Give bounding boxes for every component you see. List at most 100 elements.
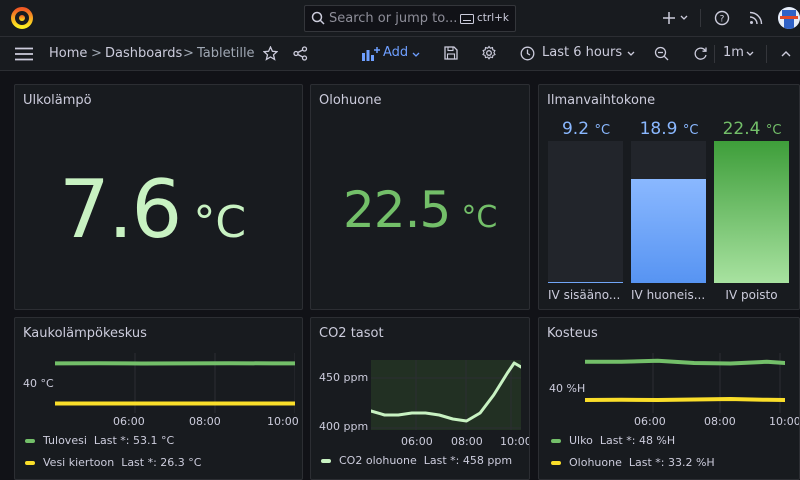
avatar-image-icon — [778, 7, 800, 29]
x-tick-label: 10:00 — [769, 415, 800, 428]
x-tick-label: 08:00 — [189, 415, 221, 428]
gauge-fill — [631, 179, 706, 283]
gauge-value: 18.9 °C — [631, 119, 707, 139]
panel-kosteus[interactable]: Kosteus 40 %H 06:00 08:00 10:00 Ulko Las… — [538, 317, 800, 480]
refresh-interval-picker[interactable]: 1m — [723, 45, 744, 60]
x-tick-label: 10:00 — [500, 435, 530, 448]
legend-item[interactable]: Ulko Last *: 48 %H — [551, 434, 675, 447]
gauge-fill — [548, 281, 623, 283]
y-tick-label: 40 %H — [549, 382, 586, 395]
panel-title: Ulkolämpö — [23, 93, 92, 108]
search-icon — [311, 11, 325, 25]
panel-title: Kaukolämpökeskus — [23, 326, 147, 341]
plot-area — [371, 360, 521, 430]
legend-item[interactable]: Vesi kiertoon Last *: 26.3 °C — [25, 456, 201, 469]
breadcrumb-separator: > — [183, 46, 194, 61]
gauge-track — [631, 141, 706, 283]
divider — [700, 9, 701, 27]
chevron-down-icon[interactable] — [627, 51, 635, 57]
series-line-ulko — [585, 358, 785, 366]
menu-icon[interactable] — [15, 47, 33, 61]
grafana-logo-icon[interactable] — [10, 6, 34, 30]
chevron-down-icon[interactable] — [680, 15, 688, 21]
search-shortcut: ctrl+k — [477, 12, 510, 24]
help-icon[interactable]: ? — [714, 10, 730, 26]
panel-title: CO2 tasot — [319, 326, 384, 341]
y-tick-label: 400 ppm — [319, 420, 369, 433]
chevron-up-icon[interactable] — [781, 50, 791, 57]
series-line-olohuone — [585, 397, 785, 402]
gauge-label: IV huoneis... — [631, 288, 706, 302]
gauge-unit: °C — [594, 123, 611, 138]
legend-name: Ulko — [569, 434, 593, 447]
legend-name: Tulovesi — [43, 434, 87, 447]
stat-unit: °C — [193, 197, 247, 248]
gauge-track — [714, 141, 789, 283]
stat-value: 22.5 °C — [343, 181, 497, 239]
svg-text:?: ? — [720, 15, 725, 25]
gauge-number: 18.9 — [639, 119, 678, 139]
gauge-fill — [714, 141, 789, 283]
panel-ulkolampo[interactable]: Ulkolämpö 7.6 °C — [14, 84, 303, 310]
gauge-number: 22.4 — [722, 119, 761, 139]
y-tick-label: 450 ppm — [319, 371, 369, 384]
panel-co2-tasot[interactable]: CO2 tasot 450 ppm 400 ppm 06:00 08:00 10… — [310, 317, 530, 480]
gauge-value: 22.4 °C — [714, 119, 790, 139]
zoom-out-icon[interactable] — [654, 46, 669, 61]
gauge-track — [548, 141, 623, 283]
gauge-unit: °C — [682, 123, 699, 138]
panel-olohuone[interactable]: Olohuone 22.5 °C — [310, 84, 530, 310]
settings-gear-icon[interactable] — [481, 45, 497, 61]
y-tick-label: 40 °C — [23, 377, 54, 390]
keyboard-icon — [460, 14, 474, 24]
legend-name: CO2 olohuone — [339, 454, 417, 467]
news-rss-icon[interactable] — [749, 11, 763, 25]
gauge-value: 9.2 °C — [548, 119, 624, 139]
add-button[interactable]: Add — [360, 40, 424, 68]
breadcrumb-separator: > — [91, 46, 102, 61]
breadcrumb-home[interactable]: Home — [49, 46, 87, 61]
legend-item[interactable]: Tulovesi Last *: 53.1 °C — [25, 434, 174, 447]
legend-name: Olohuone — [569, 456, 622, 469]
stat-number: 22.5 — [343, 181, 451, 239]
panel-title: Ilmanvaihtokone — [547, 93, 656, 108]
breadcrumb-bar: Home > Dashboards > Tabletille Add Last … — [0, 37, 800, 71]
legend-swatch — [551, 439, 561, 443]
x-tick-label: 06:00 — [401, 435, 433, 448]
panel-ilmanvaihtokone[interactable]: Ilmanvaihtokone 9.2 °C 18.9 °C 22.4 °C I… — [538, 84, 800, 310]
time-range-picker[interactable]: Last 6 hours — [542, 45, 622, 60]
plus-icon[interactable] — [662, 11, 676, 25]
stat-unit: °C — [461, 200, 498, 235]
legend-swatch — [25, 461, 35, 465]
stat-number: 7.6 — [59, 163, 182, 256]
breadcrumb-dashboards[interactable]: Dashboards — [105, 46, 182, 61]
chevron-down-icon — [412, 52, 420, 57]
save-icon[interactable] — [444, 46, 458, 60]
gauge-label: IV sisääno... — [548, 288, 621, 302]
legend-item[interactable]: Olohuone Last *: 33.2 %H — [551, 456, 715, 469]
gauge-label: IV poisto — [725, 288, 778, 302]
add-button-label: Add — [383, 45, 409, 60]
share-icon[interactable] — [293, 46, 308, 61]
chart-plot[interactable] — [371, 360, 521, 430]
refresh-icon[interactable] — [693, 46, 708, 61]
user-avatar[interactable] — [778, 7, 800, 29]
panel-title: Olohuone — [319, 93, 382, 108]
legend-last: Last *: 53.1 °C — [93, 434, 175, 447]
stat-value: 7.6 °C — [59, 163, 246, 256]
chevron-down-icon[interactable] — [746, 51, 754, 57]
x-tick-label: 08:00 — [704, 415, 736, 428]
chart-plot[interactable] — [585, 353, 785, 413]
legend-item[interactable]: CO2 olohuone Last *: 458 ppm — [321, 454, 512, 467]
clock-icon[interactable] — [520, 46, 535, 61]
chart-plot[interactable] — [55, 353, 295, 413]
legend-swatch — [25, 439, 35, 443]
x-tick-label: 06:00 — [113, 415, 145, 428]
divider — [714, 45, 715, 63]
divider — [766, 45, 767, 63]
panel-kaukolampokeskus[interactable]: Kaukolämpökeskus 40 °C 06:00 08:00 10:00… — [14, 317, 303, 480]
gauge-number: 9.2 — [561, 119, 590, 139]
legend-last: Last *: 48 %H — [599, 434, 676, 447]
search-bar[interactable]: Search or jump to... ctrl+k — [304, 5, 516, 32]
star-icon[interactable] — [263, 46, 278, 61]
